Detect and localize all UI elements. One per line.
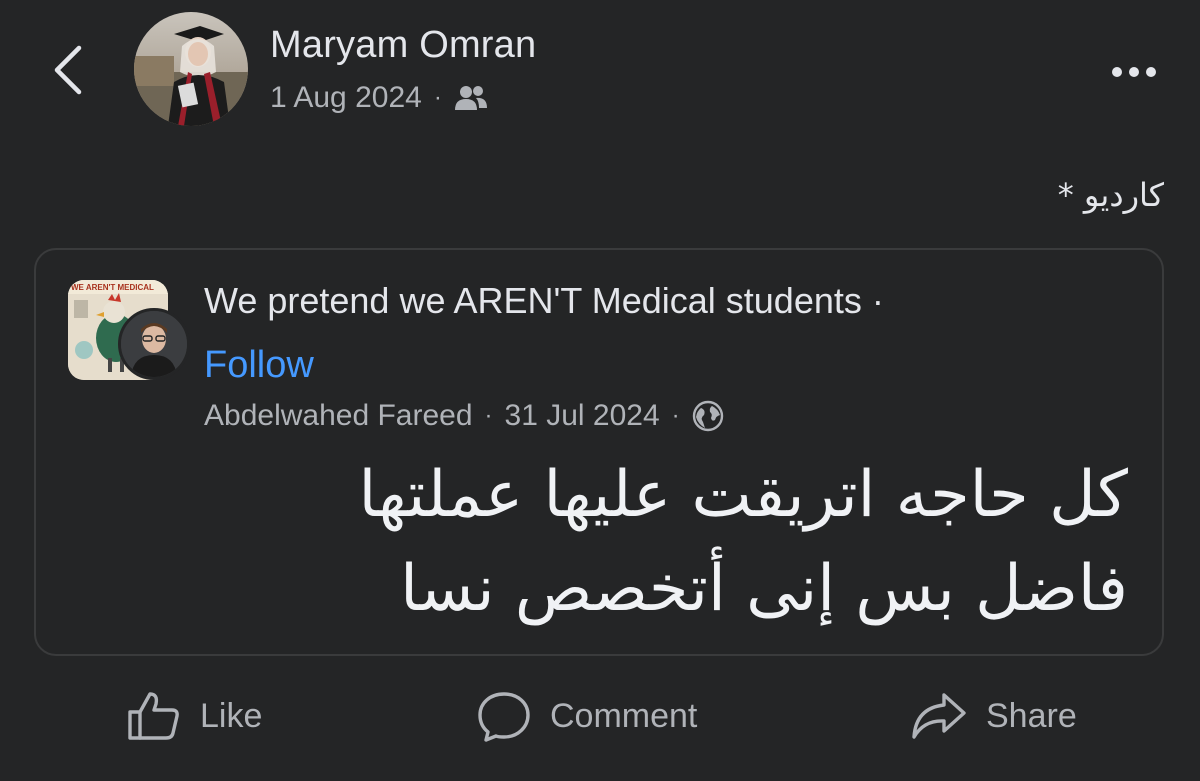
author-avatar[interactable] bbox=[134, 12, 248, 126]
share-button[interactable]: Share bbox=[910, 680, 1077, 752]
shared-post-date[interactable]: 31 Jul 2024 bbox=[505, 399, 660, 433]
comment-icon bbox=[478, 692, 530, 742]
more-dot bbox=[1129, 67, 1139, 77]
like-label: Like bbox=[200, 696, 263, 735]
follow-button[interactable]: Follow bbox=[204, 344, 314, 387]
shared-post-text: كل حاجه اتريقت عليها عملتها فاضل بس إنى … bbox=[128, 448, 1128, 636]
shared-post-text-line: فاضل بس إنى أتخصص نسا bbox=[400, 552, 1128, 626]
group-avatar-text: WE AREN'T MEDICAL bbox=[71, 283, 154, 292]
post-caption: كارديو * bbox=[1057, 176, 1164, 214]
shared-post-text-line: كل حاجه اتريقت عليها عملتها bbox=[358, 458, 1128, 532]
friends-icon bbox=[454, 86, 487, 110]
back-button[interactable] bbox=[40, 40, 96, 100]
thumbs-up-icon bbox=[128, 692, 179, 740]
share-label: Share bbox=[986, 696, 1077, 735]
author-mini-avatar[interactable] bbox=[118, 308, 190, 380]
chevron-left-icon bbox=[54, 45, 82, 95]
shared-post-meta: Abdelwahed Fareed · 31 Jul 2024 · bbox=[204, 396, 724, 436]
more-dot bbox=[1146, 67, 1156, 77]
meta-separator: · bbox=[671, 402, 680, 429]
comment-label: Comment bbox=[550, 696, 698, 735]
action-bar: Like Comment Share bbox=[0, 680, 1200, 752]
shared-post-card[interactable]: WE AREN'T MEDICAL We pretend we AREN'T M… bbox=[34, 248, 1164, 656]
like-button[interactable]: Like bbox=[126, 680, 262, 752]
globe-icon bbox=[692, 400, 723, 432]
post-date[interactable]: 1 Aug 2024 bbox=[270, 81, 422, 115]
group-name[interactable]: We pretend we AREN'T Medical students · bbox=[204, 280, 884, 322]
more-options-button[interactable] bbox=[1104, 52, 1164, 92]
meta-separator: · bbox=[484, 402, 493, 429]
more-dot bbox=[1112, 67, 1122, 77]
post-meta: 1 Aug 2024 · bbox=[270, 78, 488, 118]
share-arrow-icon bbox=[912, 693, 966, 739]
post-view: Maryam Omran 1 Aug 2024 · كارديو * WE AR… bbox=[0, 0, 1200, 781]
comment-button[interactable]: Comment bbox=[476, 680, 697, 752]
meta-separator: · bbox=[433, 84, 442, 111]
author-name[interactable]: Maryam Omran bbox=[270, 24, 536, 67]
shared-post-author[interactable]: Abdelwahed Fareed bbox=[204, 399, 473, 433]
